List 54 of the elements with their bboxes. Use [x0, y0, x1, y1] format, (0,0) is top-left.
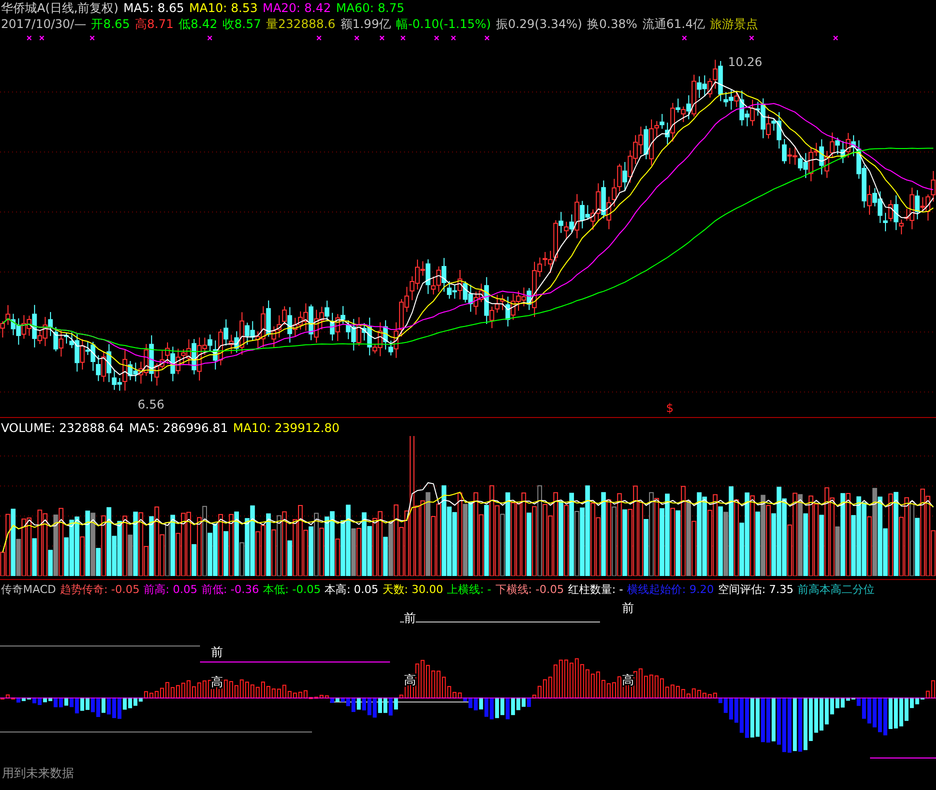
- legend-text: 换0.38%: [587, 17, 638, 31]
- legend-text: 开8.65: [91, 17, 130, 31]
- macd-marker-label: 前: [404, 611, 416, 625]
- cross-mark-icon: [379, 35, 385, 41]
- cross-mark-icon: [90, 35, 95, 41]
- legend-text: VOLUME: 232888.64: [1, 421, 124, 435]
- legend-text: 幅-0.10(-1.15%): [396, 17, 491, 31]
- legend-text: MA5: 8.65: [123, 1, 184, 15]
- legend-text: 前低: -0.36: [201, 583, 260, 597]
- cross-mark-icon: [26, 35, 32, 41]
- cross-mark-icon: [450, 35, 456, 41]
- price-low-label: 6.56: [138, 398, 164, 412]
- cross-mark-icon: [316, 35, 322, 41]
- legend-text: 低8.42: [178, 17, 218, 31]
- legend-text: 传奇MACD: [1, 583, 56, 597]
- legend-text: 空间评估: 7.35: [718, 583, 794, 597]
- cross-mark-icon: [400, 35, 406, 41]
- legend-text: 量232888.6: [266, 17, 336, 31]
- legend-text: 华侨城A(日线,前复权): [1, 1, 118, 15]
- macd-marker-label: 前: [622, 601, 634, 615]
- legend-text: 下横线: -0.05: [495, 583, 564, 597]
- price-high-label: 10.26: [728, 54, 762, 69]
- legend-text: MA5: 286996.81: [129, 421, 228, 435]
- cross-mark-icon: [207, 35, 212, 41]
- cross-mark-icon: [39, 35, 44, 41]
- legend-text: 前高本高二分位: [798, 583, 875, 597]
- legend-text: 高8.71: [134, 17, 174, 31]
- footer-note: 用到未来数据: [1, 766, 75, 778]
- cross-mark-icon: [749, 35, 754, 41]
- legend-text: 振0.29(3.34%): [496, 17, 582, 31]
- legend-text: 本高: 0.05: [324, 583, 378, 597]
- legend-text: MA20: 8.42: [262, 1, 332, 15]
- legend-text: 红柱数量: -: [568, 583, 624, 597]
- legend-text: MA10: 239912.80: [232, 421, 340, 435]
- legend-text: 流通61.4亿: [642, 17, 705, 31]
- cross-mark-icon: [833, 35, 838, 41]
- legend-text: 额1.99亿: [340, 17, 392, 31]
- legend-text: 旅游景点: [710, 17, 758, 31]
- legend-text: 2017/10/30/—: [1, 17, 86, 31]
- legend-text: 前高: 0.05: [144, 583, 198, 597]
- cross-mark-icon: [354, 35, 360, 41]
- cross-mark-icon: [682, 35, 687, 41]
- legend-text: 横线起始价: 9.20: [627, 583, 714, 597]
- legend-text: MA10: 8.53: [189, 1, 258, 15]
- cross-mark-icon: [434, 35, 440, 41]
- legend-text: 上横线: -: [447, 583, 492, 597]
- signal-mark: $: [666, 401, 674, 414]
- macd-marker-label: 前: [211, 645, 223, 659]
- legend-text: 趋势传奇: -0.05: [60, 583, 140, 597]
- legend-text: 天数: 30.00: [382, 583, 444, 597]
- legend-text: 本低: -0.05: [263, 583, 321, 597]
- cross-mark-icon: [484, 35, 490, 41]
- legend-text: 收8.57: [222, 17, 262, 31]
- legend-text: MA60: 8.75: [336, 1, 404, 15]
